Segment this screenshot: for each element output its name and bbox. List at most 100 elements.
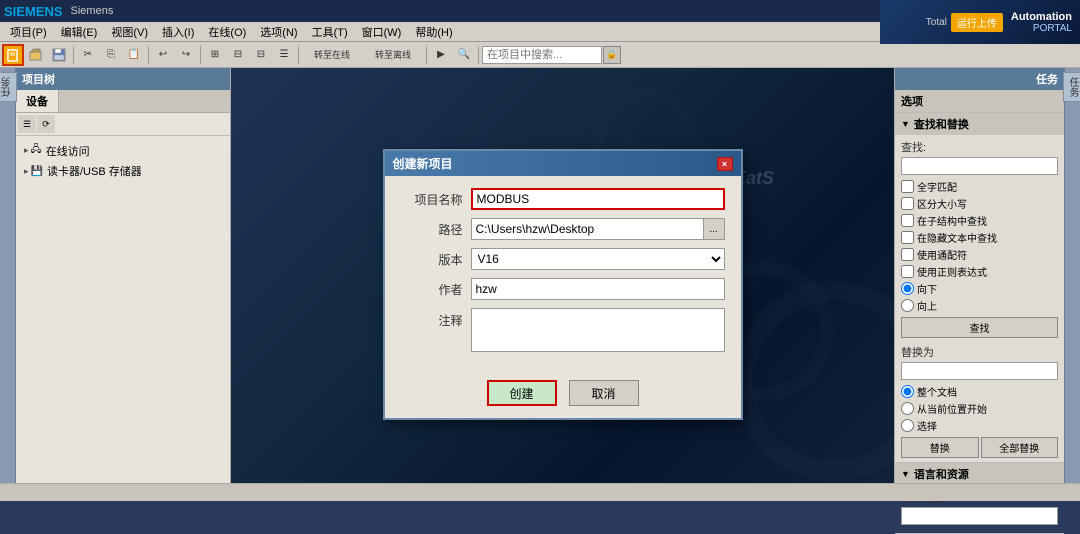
author-label: 作者	[401, 281, 471, 298]
panel-view-btn[interactable]: ☰	[18, 115, 36, 133]
path-input[interactable]	[471, 218, 703, 240]
find-btn-row: 查找	[901, 317, 1058, 338]
comment-input[interactable]	[471, 308, 725, 352]
lang-title[interactable]: ▼ 语言和资源	[895, 463, 1064, 485]
lang-chevron: ▼	[901, 469, 910, 479]
find-replace-label: 查找和替换	[914, 116, 969, 132]
chk-full-word[interactable]	[901, 180, 914, 193]
chk-hidden-text[interactable]	[901, 231, 914, 244]
author-input[interactable]	[471, 278, 725, 300]
folder-icon-1: 🖧	[31, 142, 42, 159]
toolbar-btn-7[interactable]: ⊟	[250, 44, 272, 66]
menu-project[interactable]: 项目(P)	[4, 23, 53, 41]
main-content-area: EatS 创建新项目 × 项目名称 路径	[231, 68, 894, 501]
side-tab-tasks[interactable]: 任务	[0, 72, 17, 102]
chk-substructure-label: 在子结构中查找	[917, 213, 987, 228]
radio-from-current-label: 从当前位置开始	[917, 401, 987, 416]
chk-wildcard[interactable]	[901, 248, 914, 261]
bug-btn[interactable]: 🔍	[453, 44, 475, 66]
tab-devices[interactable]: 设备	[16, 90, 59, 112]
radio-down: 向下	[901, 281, 1058, 296]
replace-input[interactable]	[901, 362, 1058, 380]
find-btn[interactable]: 查找	[901, 317, 1058, 338]
dialog-row-version: 版本 V16	[401, 248, 725, 270]
menu-edit[interactable]: 编辑(E)	[55, 23, 104, 41]
undo-btn[interactable]: ↩	[152, 44, 174, 66]
offline-btn[interactable]: 转至离线	[363, 44, 423, 66]
find-replace-chevron: ▼	[901, 119, 910, 129]
copy-btn[interactable]: ⎘	[100, 44, 122, 66]
lock-btn[interactable]: 🔒	[603, 46, 621, 64]
chk-hidden-text-label: 在隐藏文本中查找	[917, 230, 997, 245]
menu-view[interactable]: 视图(V)	[105, 23, 154, 41]
sep6	[478, 46, 479, 64]
radio-selection-input[interactable]	[901, 419, 914, 432]
chk-wildcard-label: 使用通配符	[917, 247, 967, 262]
toolbar-btn-8[interactable]: ☰	[273, 44, 295, 66]
dialog-close-btn[interactable]: ×	[717, 157, 733, 171]
chk-regex[interactable]	[901, 265, 914, 278]
chk-case[interactable]	[901, 197, 914, 210]
online-btn[interactable]: 转至在线	[302, 44, 362, 66]
lang-input[interactable]	[901, 507, 1058, 525]
menu-online[interactable]: 在线(O)	[202, 23, 252, 41]
cut-btn[interactable]: ✂	[77, 44, 99, 66]
panel-toolbar: ☰ ⟳	[16, 113, 230, 136]
left-side-tabs: 任务	[0, 68, 16, 501]
replace-btn[interactable]: 替换	[901, 437, 979, 458]
dialog-row-comment: 注释	[401, 308, 725, 352]
options-label: 选项	[901, 93, 923, 109]
tree-item-online-access[interactable]: ▸ 🖧 在线访问	[20, 140, 226, 161]
radio-up-input[interactable]	[901, 299, 914, 312]
find-replace-title[interactable]: ▼ 查找和替换	[895, 113, 1064, 135]
chk-case-label: 区分大小写	[917, 196, 967, 211]
paste-btn[interactable]: 📋	[123, 44, 145, 66]
chk-regex-label: 使用正则表达式	[917, 264, 987, 279]
project-name-input[interactable]	[471, 188, 725, 210]
app-logo: SIEMENS	[4, 4, 63, 19]
menu-insert[interactable]: 插入(I)	[156, 23, 200, 41]
radio-whole-doc-label: 整个文档	[917, 384, 957, 399]
radio-from-current-input[interactable]	[901, 402, 914, 415]
find-label: 查找:	[901, 139, 1058, 155]
project-tree-panel: 项目树 设备 ☰ ⟳ ▸ 🖧 在线访问 ▸ 💾 读卡器/USB 存储器	[16, 68, 231, 501]
dialog-overlay: 创建新项目 × 项目名称 路径 ...	[231, 68, 894, 501]
find-replace-content: 查找: 全字匹配 区分大小写 在子结构中查找 在隐藏文本中查找	[895, 135, 1064, 462]
menu-tools[interactable]: 工具(T)	[306, 23, 354, 41]
search-input[interactable]	[482, 46, 602, 64]
replace-btn-row: 替换 全部替换	[901, 437, 1058, 458]
sim-btn[interactable]: ▶	[430, 44, 452, 66]
comment-label: 注释	[401, 308, 471, 329]
open-btn[interactable]	[25, 44, 47, 66]
cancel-btn[interactable]: 取消	[569, 380, 639, 406]
save-btn[interactable]	[48, 44, 70, 66]
sep2	[148, 46, 149, 64]
checkbox-case: 区分大小写	[901, 196, 1058, 211]
panel-sync-btn[interactable]: ⟳	[37, 115, 55, 133]
lang-label: 语言和资源	[914, 466, 969, 482]
dialog-row-path: 路径 ...	[401, 218, 725, 240]
create-btn[interactable]: 创建	[487, 380, 557, 406]
version-select[interactable]: V16	[471, 248, 725, 270]
dialog-title: 创建新项目	[393, 155, 453, 172]
menu-options[interactable]: 选项(N)	[254, 23, 303, 41]
portal-badge[interactable]: 运行上传	[951, 13, 1003, 32]
replace-all-btn[interactable]: 全部替换	[981, 437, 1059, 458]
browse-btn[interactable]: ...	[703, 218, 725, 240]
far-right-tab-tasks[interactable]: 任务	[1063, 72, 1080, 102]
tree-item-card-reader[interactable]: ▸ 💾 读卡器/USB 存储器	[20, 161, 226, 181]
menu-help[interactable]: 帮助(H)	[409, 23, 458, 41]
redo-btn[interactable]: ↪	[175, 44, 197, 66]
find-input[interactable]	[901, 157, 1058, 175]
radio-from-current: 从当前位置开始	[901, 401, 1058, 416]
checkbox-full-word: 全字匹配	[901, 179, 1058, 194]
project-tree-header: 项目树	[16, 68, 230, 90]
radio-down-input[interactable]	[901, 282, 914, 295]
toolbar-btn-5[interactable]: ⊞	[204, 44, 226, 66]
new-project-btn[interactable]	[2, 44, 24, 66]
chk-substructure[interactable]	[901, 214, 914, 227]
toolbar-btn-6[interactable]: ⊟	[227, 44, 249, 66]
menu-window[interactable]: 窗口(W)	[356, 23, 408, 41]
portal-name: Automation	[1011, 11, 1072, 23]
radio-whole-doc-input[interactable]	[901, 385, 914, 398]
